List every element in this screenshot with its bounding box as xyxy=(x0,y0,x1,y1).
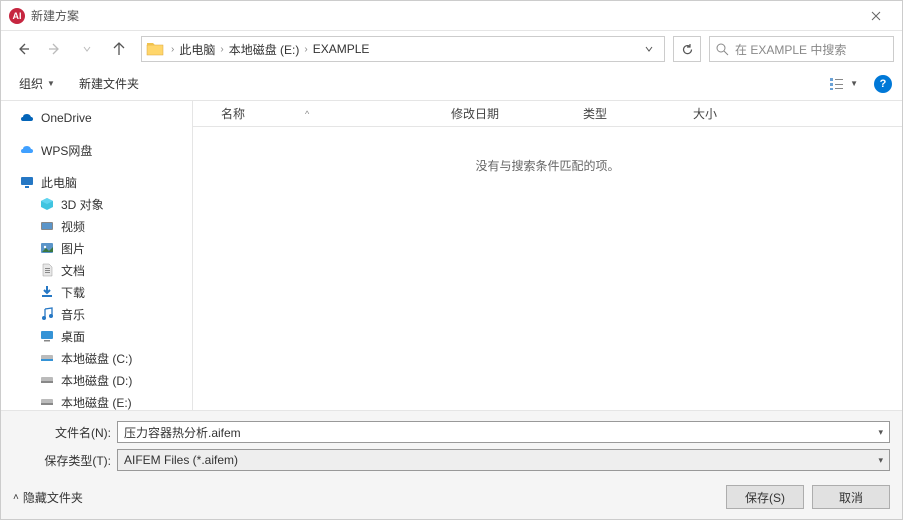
recent-button[interactable] xyxy=(73,35,101,63)
chevron-down-icon: ▼ xyxy=(850,79,858,88)
save-button[interactable]: 保存(S) xyxy=(726,485,804,509)
chevron-up-icon: ˄ xyxy=(13,492,19,503)
toolbar: 组织 ▼ 新建文件夹 ▼ ? xyxy=(1,67,902,101)
drive-icon xyxy=(39,372,55,388)
chevron-down-icon xyxy=(82,44,92,54)
cancel-button[interactable]: 取消 xyxy=(812,485,890,509)
chevron-down-icon[interactable]: ▾ xyxy=(878,455,883,466)
chevron-right-icon: › xyxy=(217,44,226,55)
file-list-area: 名称 ^ 修改日期 类型 大小 没有与搜索条件匹配的项。 xyxy=(193,101,902,410)
sidebar-item-3d-objects[interactable]: 3D 对象 xyxy=(1,193,192,215)
sidebar-item-disk-c[interactable]: 本地磁盘 (C:) xyxy=(1,347,192,369)
sidebar-item-this-pc[interactable]: 此电脑 xyxy=(1,171,192,193)
breadcrumb[interactable]: 此电脑 xyxy=(177,41,217,58)
breadcrumb[interactable]: 本地磁盘 (E:) xyxy=(227,41,302,58)
filename-label: 文件名(N): xyxy=(13,424,117,441)
sidebar-item-onedrive[interactable]: OneDrive xyxy=(1,107,192,129)
desktop-icon xyxy=(39,328,55,344)
arrow-left-icon xyxy=(16,42,30,56)
sidebar-item-wps[interactable]: WPS网盘 xyxy=(1,139,192,161)
app-icon: AI xyxy=(9,8,25,24)
column-name[interactable]: 名称 ^ xyxy=(213,105,443,122)
column-headers: 名称 ^ 修改日期 类型 大小 xyxy=(193,101,902,127)
view-details-icon xyxy=(830,77,846,91)
filetype-label: 保存类型(T): xyxy=(13,452,117,469)
titlebar: AI 新建方案 xyxy=(1,1,902,31)
picture-icon xyxy=(39,240,55,256)
sidebar-item-music[interactable]: 音乐 xyxy=(1,303,192,325)
new-folder-button[interactable]: 新建文件夹 xyxy=(71,71,147,96)
column-type[interactable]: 类型 xyxy=(575,105,685,122)
sidebar-item-pictures[interactable]: 图片 xyxy=(1,237,192,259)
sidebar-item-disk-d[interactable]: 本地磁盘 (D:) xyxy=(1,369,192,391)
chevron-down-icon[interactable]: ▾ xyxy=(878,427,883,438)
drive-icon xyxy=(39,394,55,410)
path-dropdown[interactable] xyxy=(638,44,660,54)
view-options-button[interactable]: ▼ xyxy=(824,73,864,95)
sort-asc-icon: ^ xyxy=(305,109,309,119)
arrow-up-icon xyxy=(112,42,126,56)
up-button[interactable] xyxy=(105,35,133,63)
chevron-down-icon: ▼ xyxy=(47,79,55,88)
drive-icon xyxy=(39,350,55,366)
close-icon xyxy=(871,11,881,21)
main-area: OneDrive WPS网盘 此电脑 3D 对象 视频 图片 文档 xyxy=(1,101,902,410)
column-size[interactable]: 大小 xyxy=(685,105,755,122)
search-icon xyxy=(716,43,729,56)
cloud-icon xyxy=(19,110,35,126)
help-button[interactable]: ? xyxy=(874,75,892,93)
footer: 文件名(N): 压力容器热分析.aifem ▾ 保存类型(T): AIFEM F… xyxy=(1,410,902,519)
forward-button[interactable] xyxy=(41,35,69,63)
filetype-select[interactable]: AIFEM Files (*.aifem) ▾ xyxy=(117,449,890,471)
empty-message: 没有与搜索条件匹配的项。 xyxy=(193,127,902,410)
sidebar-item-downloads[interactable]: 下载 xyxy=(1,281,192,303)
window-title: 新建方案 xyxy=(31,7,858,24)
sidebar-item-disk-e[interactable]: 本地磁盘 (E:) xyxy=(1,391,192,410)
sidebar-item-desktop[interactable]: 桌面 xyxy=(1,325,192,347)
search-placeholder: 在 EXAMPLE 中搜索 xyxy=(735,41,846,58)
arrow-right-icon xyxy=(48,42,62,56)
chevron-right-icon: › xyxy=(301,44,310,55)
search-input[interactable]: 在 EXAMPLE 中搜索 xyxy=(709,36,894,62)
close-button[interactable] xyxy=(858,1,894,31)
sidebar-item-videos[interactable]: 视频 xyxy=(1,215,192,237)
organize-menu[interactable]: 组织 ▼ xyxy=(11,71,63,96)
chevron-down-icon xyxy=(644,44,654,54)
refresh-button[interactable] xyxy=(673,36,701,62)
download-icon xyxy=(39,284,55,300)
cube-icon xyxy=(39,196,55,212)
cloud-icon xyxy=(19,142,35,158)
chevron-right-icon: › xyxy=(168,44,177,55)
document-icon xyxy=(39,262,55,278)
column-date[interactable]: 修改日期 xyxy=(443,105,575,122)
sidebar-item-documents[interactable]: 文档 xyxy=(1,259,192,281)
back-button[interactable] xyxy=(9,35,37,63)
refresh-icon xyxy=(681,43,694,56)
sidebar: OneDrive WPS网盘 此电脑 3D 对象 视频 图片 文档 xyxy=(1,101,193,410)
music-icon xyxy=(39,306,55,322)
breadcrumb-bar[interactable]: › 此电脑 › 本地磁盘 (E:) › EXAMPLE xyxy=(141,36,665,62)
video-icon xyxy=(39,218,55,234)
breadcrumb[interactable]: EXAMPLE xyxy=(311,42,372,56)
navbar: › 此电脑 › 本地磁盘 (E:) › EXAMPLE 在 EXAMPLE 中搜… xyxy=(1,31,902,67)
monitor-icon xyxy=(19,174,35,190)
folder-icon xyxy=(146,40,164,58)
filename-input[interactable]: 压力容器热分析.aifem ▾ xyxy=(117,421,890,443)
hide-folders-toggle[interactable]: ˄ 隐藏文件夹 xyxy=(13,489,83,506)
